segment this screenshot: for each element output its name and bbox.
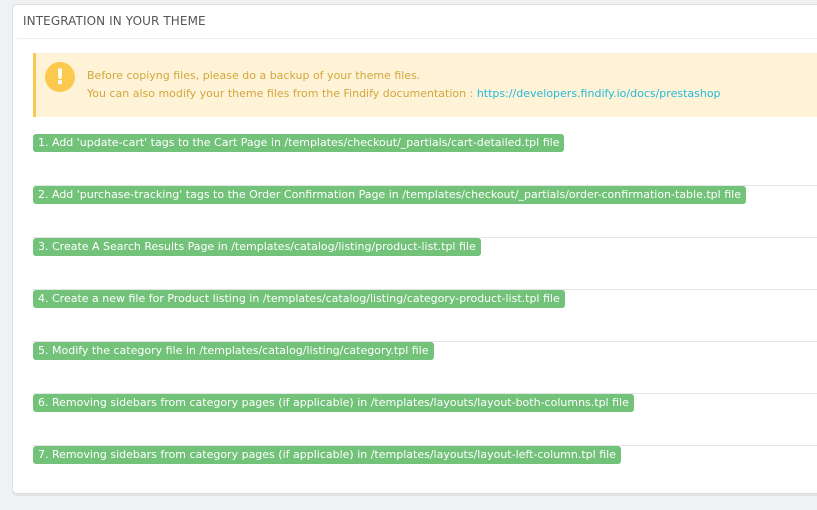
step-item: 3. Create A Search Results Page in /temp… bbox=[33, 238, 817, 290]
panel-title: INTEGRATION IN YOUR THEME bbox=[23, 14, 206, 28]
alert-docs-line: You can also modify your theme files fro… bbox=[87, 87, 721, 100]
findify-docs-link[interactable]: https://developers.findify.io/docs/prest… bbox=[477, 87, 721, 100]
step-label: 2. Add 'purchase-tracking' tags to the O… bbox=[33, 186, 746, 204]
step-item: 4. Create a new file for Product listing… bbox=[33, 290, 817, 342]
step-item: 6. Removing sidebars from category pages… bbox=[33, 394, 817, 446]
alert-docs-text: You can also modify your theme files fro… bbox=[87, 87, 477, 100]
alert-backup-text: Before copiyng files, please do a backup… bbox=[87, 69, 421, 82]
step-label: 1. Add 'update-cart' tags to the Cart Pa… bbox=[33, 134, 565, 152]
step-label: 6. Removing sidebars from category pages… bbox=[33, 394, 634, 412]
warning-alert: ! Before copiyng files, please do a back… bbox=[33, 53, 817, 117]
panel-heading: INTEGRATION IN YOUR THEME bbox=[17, 5, 817, 39]
integration-panel: INTEGRATION IN YOUR THEME ! Before copiy… bbox=[12, 4, 817, 494]
step-item: 1. Add 'update-cart' tags to the Cart Pa… bbox=[33, 134, 817, 186]
step-item: 5. Modify the category file in /template… bbox=[33, 342, 817, 394]
step-item: 7. Removing sidebars from category pages… bbox=[33, 446, 817, 498]
step-label: 4. Create a new file for Product listing… bbox=[33, 290, 565, 308]
step-label: 3. Create A Search Results Page in /temp… bbox=[33, 238, 481, 256]
exclamation-icon: ! bbox=[45, 62, 75, 92]
step-label: 7. Removing sidebars from category pages… bbox=[33, 446, 621, 464]
step-label: 5. Modify the category file in /template… bbox=[33, 342, 434, 360]
step-item: 2. Add 'purchase-tracking' tags to the O… bbox=[33, 186, 817, 238]
